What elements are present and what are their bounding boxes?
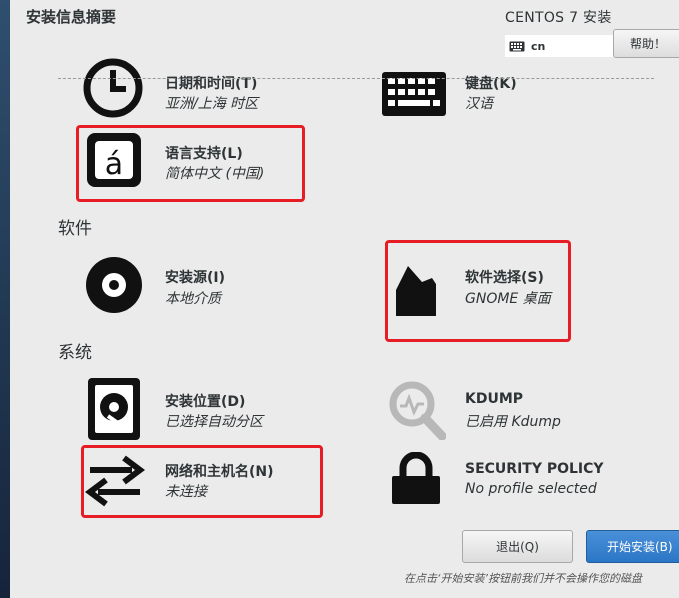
system-section-title: 系统 [58,343,92,363]
product-title: CENTOS 7 安装 [505,10,612,26]
lock-icon [392,452,440,504]
software-section-title: 软件 [58,219,92,239]
language-highlight-box [76,125,305,202]
keyboard-title: 键盘(K) [465,76,517,92]
installation-destination-title: 安装位置(D) [165,394,246,410]
keyboard-layout-indicator[interactable]: cn [505,35,615,57]
keyboard-layout-label: cn [531,39,546,53]
footer-note: 在点击‘开始安装’按钮前我们并不会操作您的磁盘 [404,572,642,585]
datetime-title: 日期和时间(T) [165,76,258,92]
installation-destination-status: 已选择自动分区 [165,414,263,430]
clock-icon [83,58,143,118]
page-title: 安装信息摘要 [26,8,117,26]
begin-installation-button[interactable]: 开始安装(B) [586,530,679,563]
kdump-status: 已启用 Kdump [465,414,561,430]
scroll-divider [58,78,654,79]
quit-button[interactable]: 退出(Q) [462,530,573,563]
installation-source-title: 安装源(I) [165,270,226,286]
installation-source-status: 本地介质 [165,291,221,307]
desktop-edge [0,0,10,598]
help-button[interactable]: 帮助！ [613,29,679,58]
network-highlight-box [81,445,323,518]
harddisk-icon [88,378,140,440]
installation-summary-panel: 安装信息摘要 CENTOS 7 安装 cn 帮助！ 日期和时间(T) 亚洲/上海… [10,0,679,598]
security-policy-status: No profile selected [465,481,597,497]
disc-icon [86,257,142,313]
software-selection-highlight-box [385,240,571,342]
keyboard-status: 汉语 [465,96,493,112]
keyboard-icon [509,41,525,51]
kdump-title: KDUMP [465,391,524,407]
security-policy-title: SECURITY POLICY [465,461,604,477]
kdump-search-icon [389,381,446,440]
datetime-status: 亚洲/上海 时区 [165,96,259,112]
